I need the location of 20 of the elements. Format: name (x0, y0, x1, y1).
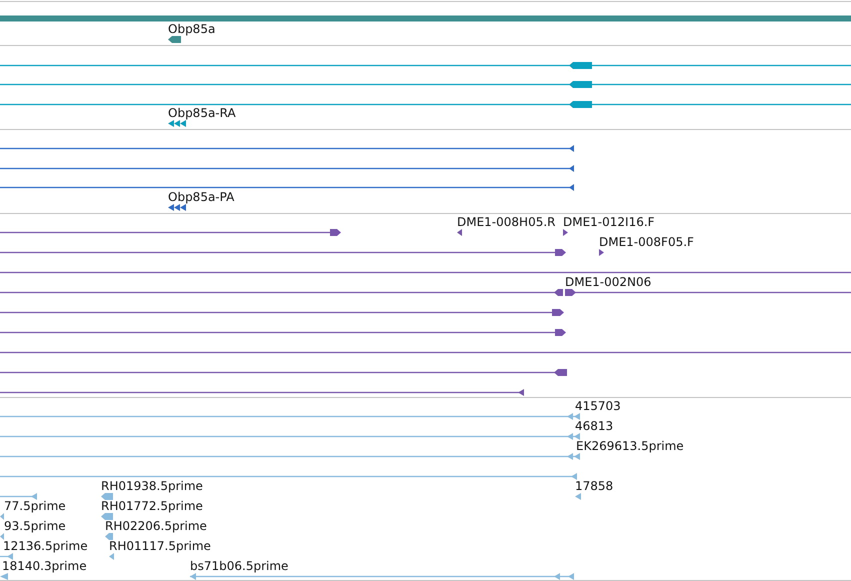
feature-label: RH02206.5prime (105, 519, 207, 533)
feature-label: Obp85a-RA (168, 106, 236, 120)
feature-label: DME1-008F05.F (599, 235, 694, 249)
feature-label: RH01117.5prime (109, 539, 211, 553)
feature-label: 18140.3prime (2, 559, 87, 573)
feature-label: DME1-002N06 (565, 275, 652, 289)
feature-label: RH01938.5prime (101, 479, 203, 493)
feature-label: 46813 (575, 419, 614, 433)
feature-label: Obp85a (168, 22, 216, 36)
feature-label: DME1-012I16.F (563, 215, 655, 229)
feature-label: 12136.5prime (3, 539, 88, 553)
feature-label: 17858 (575, 479, 614, 493)
feature-label: 93.5prime (4, 519, 66, 533)
feature-label: DME1-008H05.R (457, 215, 556, 229)
feature-label: 415703 (575, 399, 621, 413)
feature-label: Obp85a-PA (168, 190, 234, 204)
feature-label: 77.5prime (4, 499, 66, 513)
feature-label: EK269613.5prime (576, 439, 684, 453)
feature-label: RH01772.5prime (101, 499, 203, 513)
feature-label: bs71b06.5prime (190, 559, 288, 573)
